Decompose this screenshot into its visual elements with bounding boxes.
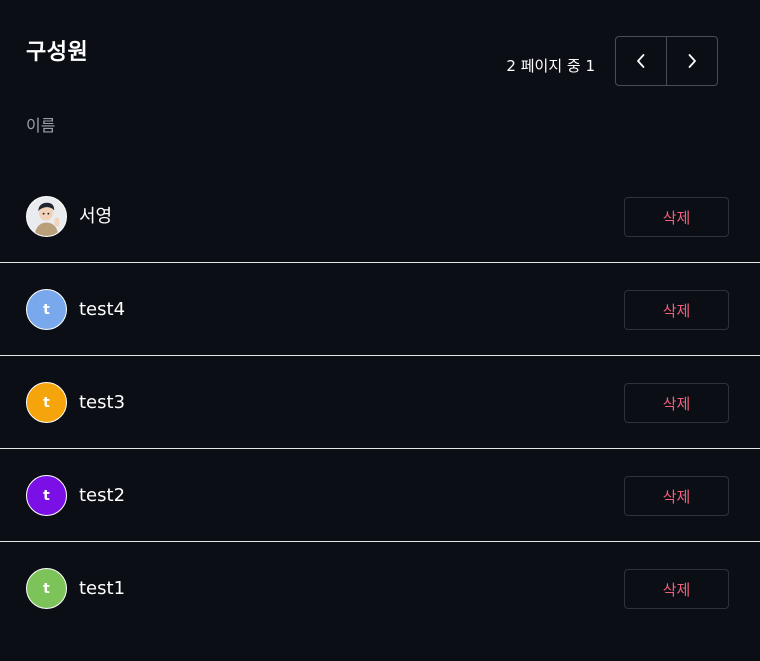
member-name: test3 [79, 392, 126, 413]
prev-page-button[interactable] [616, 37, 666, 85]
user-photo-icon [27, 197, 66, 236]
member-row: t test1 삭제 [0, 542, 760, 635]
member-name: test4 [79, 299, 126, 320]
member-row: t test2 삭제 [0, 449, 760, 542]
delete-member-button[interactable]: 삭제 [624, 290, 729, 330]
members-page: 구성원 2 페이지 중 1 이름 서영 삭제 t test4 삭제 t test… [0, 0, 760, 661]
delete-member-button[interactable]: 삭제 [624, 197, 729, 237]
avatar: t [26, 568, 67, 609]
member-row: 서영 삭제 [0, 170, 760, 263]
member-list: 서영 삭제 t test4 삭제 t test3 삭제 t test2 삭제 t… [0, 170, 760, 635]
next-page-button[interactable] [666, 37, 717, 85]
avatar [26, 196, 67, 237]
pagination-text: 2 페이지 중 1 [506, 57, 595, 75]
delete-member-button[interactable]: 삭제 [624, 569, 729, 609]
member-name: test1 [79, 578, 126, 599]
avatar: t [26, 382, 67, 423]
delete-member-button[interactable]: 삭제 [624, 476, 729, 516]
member-row: t test4 삭제 [0, 263, 760, 356]
avatar: t [26, 475, 67, 516]
member-name: 서영 [79, 206, 113, 227]
delete-member-button[interactable]: 삭제 [624, 383, 729, 423]
pagination-controls [615, 36, 718, 86]
column-header-name: 이름 [26, 116, 56, 135]
member-row: t test3 삭제 [0, 356, 760, 449]
page-title: 구성원 [26, 40, 89, 65]
member-name: test2 [79, 485, 126, 506]
chevron-left-icon [637, 54, 645, 68]
avatar: t [26, 289, 67, 330]
chevron-right-icon [688, 54, 696, 68]
